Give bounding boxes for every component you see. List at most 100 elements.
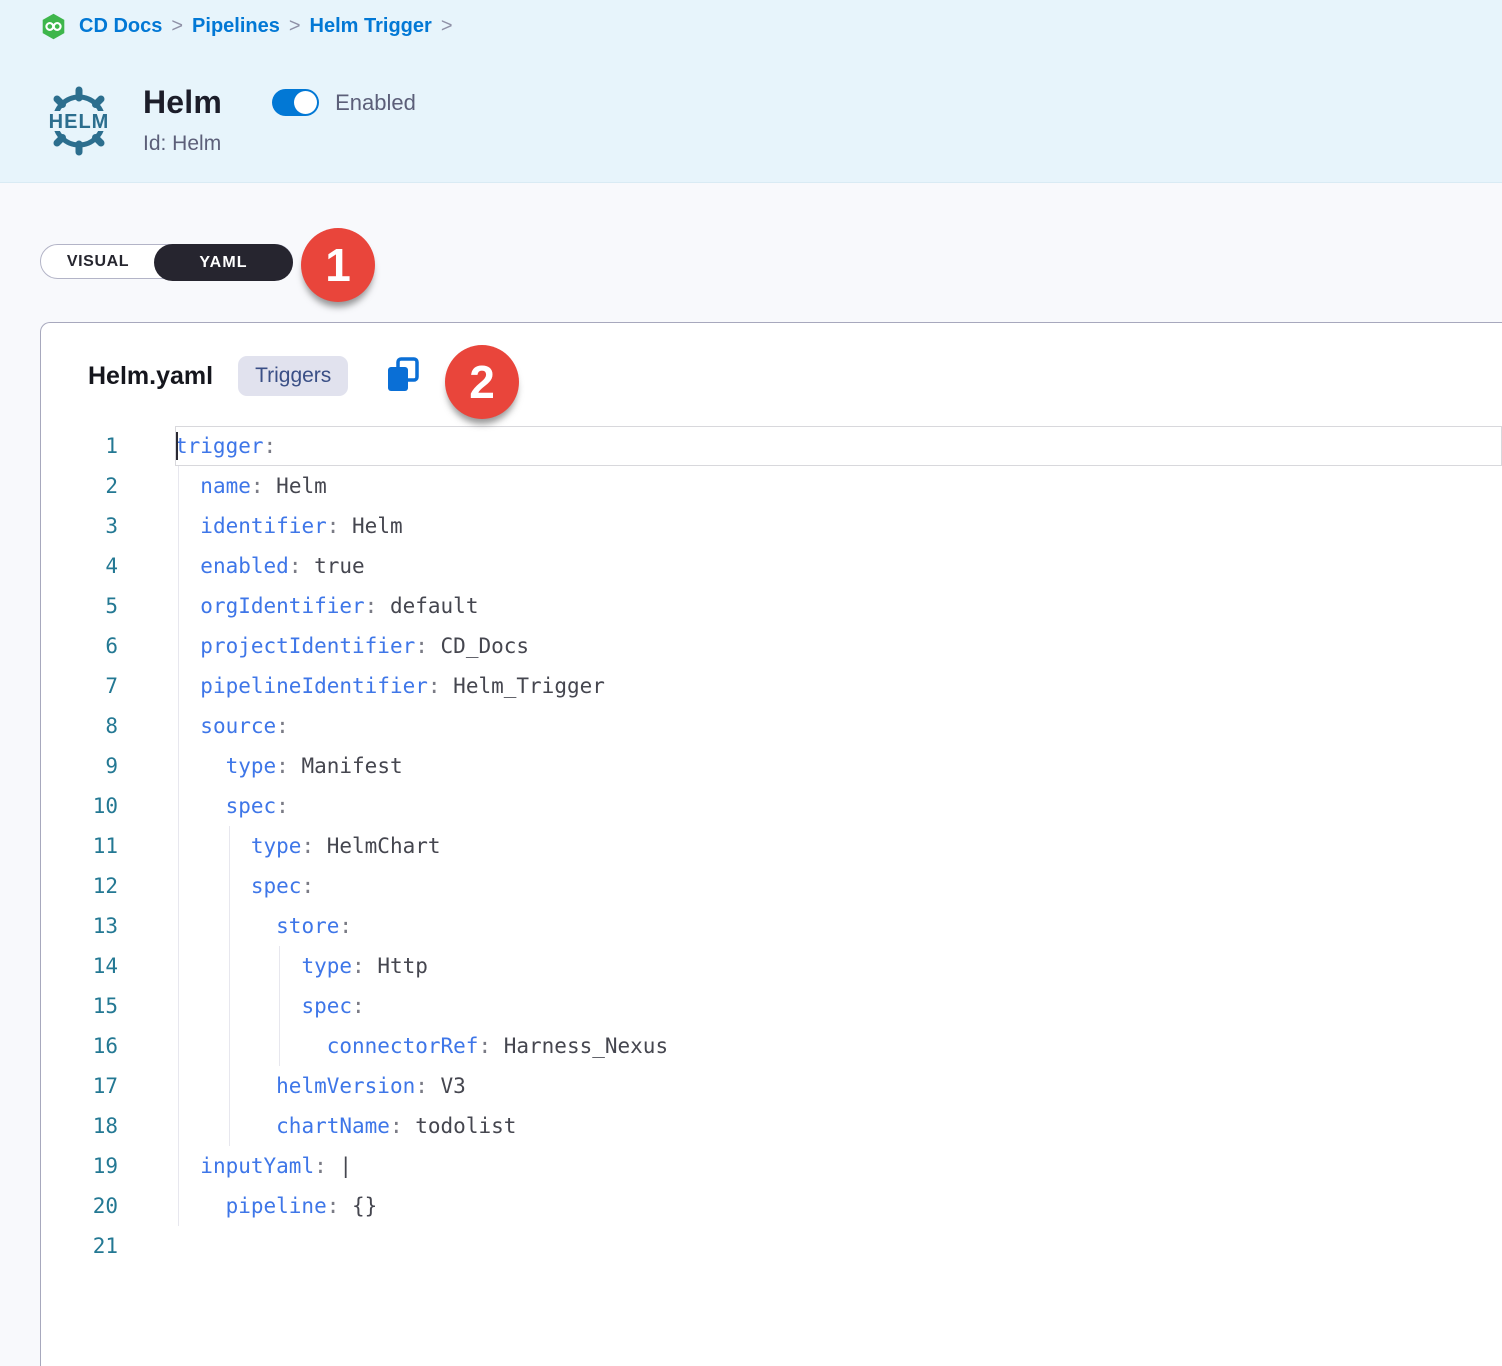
indent-guide — [178, 826, 179, 866]
indent-guide — [229, 1106, 230, 1146]
code-line-content[interactable]: type: Http — [175, 946, 1502, 986]
yaml-colon: : — [314, 1154, 327, 1178]
yaml-value: | — [327, 1154, 352, 1178]
code-line-content[interactable]: type: HelmChart — [175, 826, 1502, 866]
indent-guide — [229, 826, 230, 866]
code-line-content[interactable]: pipeline: {} — [175, 1186, 1502, 1226]
code-line: 3 identifier: Helm — [41, 506, 1502, 546]
code-line: 9 type: Manifest — [41, 746, 1502, 786]
line-number: 18 — [41, 1106, 118, 1146]
code-line-content[interactable]: chartName: todolist — [175, 1106, 1502, 1146]
yaml-colon: : — [415, 634, 428, 658]
yaml-key: source — [200, 714, 276, 738]
code-line-content[interactable] — [175, 1226, 1502, 1266]
yaml-value: Manifest — [289, 754, 403, 778]
code-line-content[interactable]: spec: — [175, 986, 1502, 1026]
yaml-key: trigger — [175, 434, 264, 458]
code-line: 18 chartName: todolist — [41, 1106, 1502, 1146]
yaml-colon: : — [415, 1074, 428, 1098]
yaml-colon: : — [365, 594, 378, 618]
yaml-key: name — [200, 474, 251, 498]
yaml-colon: : — [301, 834, 314, 858]
indent-guide — [178, 946, 179, 986]
line-number: 10 — [41, 786, 118, 826]
line-number: 12 — [41, 866, 118, 906]
copy-icon — [385, 356, 421, 396]
breadcrumb-link[interactable]: Helm Trigger — [310, 15, 432, 37]
indent-guide — [229, 1066, 230, 1106]
code-line: 19 inputYaml: | — [41, 1146, 1502, 1186]
indent-guide — [178, 1026, 179, 1066]
indent-guide — [178, 546, 179, 586]
yaml-key: type — [301, 954, 352, 978]
page-title: Helm — [143, 84, 222, 121]
yaml-key: identifier — [200, 514, 326, 538]
yaml-colon: : — [276, 794, 289, 818]
code-line-content[interactable]: identifier: Helm — [175, 506, 1502, 546]
line-number: 4 — [41, 546, 118, 586]
code-line-content[interactable]: helmVersion: V3 — [175, 1066, 1502, 1106]
line-number: 7 — [41, 666, 118, 706]
yaml-colon: : — [327, 1194, 340, 1218]
code-line-content[interactable]: source: — [175, 706, 1502, 746]
code-line: 6 projectIdentifier: CD_Docs — [41, 626, 1502, 666]
copy-button[interactable] — [385, 356, 421, 396]
tab-yaml[interactable]: YAML — [154, 244, 293, 281]
annotation-badge-1: 1 — [301, 228, 375, 302]
indent-guide — [178, 706, 179, 746]
annotation-badge-2: 2 — [445, 345, 519, 419]
yaml-value: {} — [339, 1194, 377, 1218]
indent-guide — [229, 1026, 230, 1066]
code-line-content[interactable]: enabled: true — [175, 546, 1502, 586]
code-line-content[interactable]: spec: — [175, 866, 1502, 906]
enabled-toggle[interactable] — [272, 89, 319, 116]
line-number: 16 — [41, 1026, 118, 1066]
triggers-tag[interactable]: Triggers — [238, 356, 348, 396]
indent-guide — [178, 746, 179, 786]
svg-text:HELM: HELM — [49, 111, 110, 133]
line-number: 13 — [41, 906, 118, 946]
code-line-content[interactable]: type: Manifest — [175, 746, 1502, 786]
yaml-key: pipeline — [226, 1194, 327, 1218]
yaml-key: orgIdentifier — [200, 594, 364, 618]
yaml-key: spec — [251, 874, 302, 898]
tab-visual[interactable]: VISUAL — [41, 245, 155, 278]
code-line-content[interactable]: trigger: — [175, 426, 1502, 466]
indent-guide — [279, 986, 280, 1026]
panel-header: Helm.yaml Triggers — [41, 323, 1502, 396]
breadcrumb-separator: > — [171, 15, 183, 37]
code-line-content[interactable]: pipelineIdentifier: Helm_Trigger — [175, 666, 1502, 706]
indent-guide — [229, 866, 230, 906]
indent-guide — [178, 1066, 179, 1106]
line-number: 17 — [41, 1066, 118, 1106]
code-line: 5 orgIdentifier: default — [41, 586, 1502, 626]
breadcrumb-link[interactable]: Pipelines — [192, 15, 280, 37]
code-line: 15 spec: — [41, 986, 1502, 1026]
code-line-content[interactable]: inputYaml: | — [175, 1146, 1502, 1186]
code-line-content[interactable]: store: — [175, 906, 1502, 946]
breadcrumb-link[interactable]: CD Docs — [79, 15, 162, 37]
code-line: 12 spec: — [41, 866, 1502, 906]
code-line-content[interactable]: name: Helm — [175, 466, 1502, 506]
code-line-content[interactable]: spec: — [175, 786, 1502, 826]
trigger-id-text: Id: Helm — [143, 132, 416, 156]
code-line-content[interactable]: projectIdentifier: CD_Docs — [175, 626, 1502, 666]
yaml-value: HelmChart — [314, 834, 440, 858]
yaml-colon: : — [301, 874, 314, 898]
indent-guide — [279, 946, 280, 986]
yaml-value: Harness_Nexus — [491, 1034, 668, 1058]
code-line: 14 type: Http — [41, 946, 1502, 986]
code-line-content[interactable]: connectorRef: Harness_Nexus — [175, 1026, 1502, 1066]
yaml-colon: : — [276, 754, 289, 778]
yaml-value: Helm — [339, 514, 402, 538]
yaml-key: type — [226, 754, 277, 778]
yaml-colon: : — [352, 994, 365, 1018]
line-number: 19 — [41, 1146, 118, 1186]
code-line: 2 name: Helm — [41, 466, 1502, 506]
indent-guide — [229, 946, 230, 986]
code-line: 17 helmVersion: V3 — [41, 1066, 1502, 1106]
yaml-code-editor[interactable]: 1trigger:2 name: Helm3 identifier: Helm4… — [41, 426, 1502, 1266]
indent-guide — [178, 906, 179, 946]
yaml-value: V3 — [428, 1074, 466, 1098]
code-line-content[interactable]: orgIdentifier: default — [175, 586, 1502, 626]
